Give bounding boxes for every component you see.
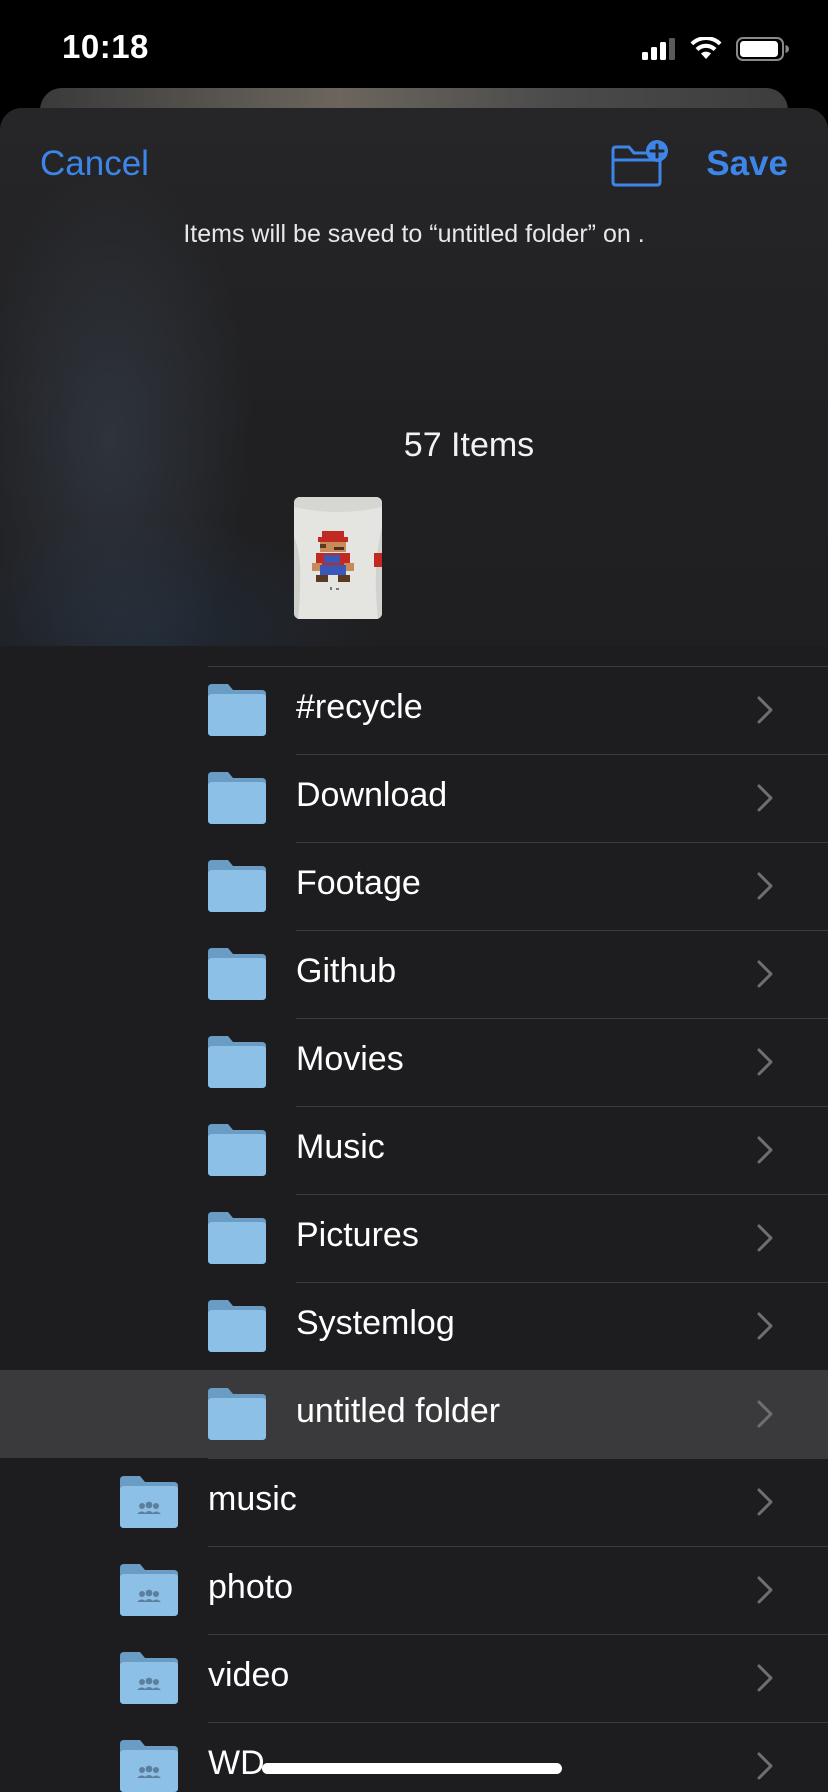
row-separator bbox=[208, 1722, 828, 1723]
chevron-right-icon bbox=[757, 696, 773, 724]
row-separator bbox=[296, 1106, 828, 1107]
chevron-right-icon bbox=[757, 1048, 773, 1076]
home-indicator bbox=[262, 1763, 562, 1774]
status-time: 10:18 bbox=[62, 28, 149, 65]
cellular-signal-icon bbox=[642, 38, 675, 60]
folder-row[interactable]: Download bbox=[0, 754, 828, 842]
row-separator bbox=[208, 1458, 828, 1459]
status-icons bbox=[642, 36, 790, 62]
save-sheet: Cancel Save Items will be saved to “unti… bbox=[0, 108, 828, 1792]
chevron-right-icon bbox=[757, 1400, 773, 1428]
row-separator bbox=[208, 1546, 828, 1547]
folder-icon bbox=[208, 860, 266, 912]
chevron-right-icon bbox=[757, 784, 773, 812]
chevron-right-icon bbox=[757, 1312, 773, 1340]
folder-name: Systemlog bbox=[296, 1304, 455, 1342]
folder-name: music bbox=[208, 1480, 297, 1518]
folder-icon bbox=[208, 684, 266, 736]
folder-icon bbox=[208, 1300, 266, 1352]
row-separator bbox=[296, 842, 828, 843]
folder-name: Music bbox=[296, 1128, 385, 1166]
folder-plus-icon bbox=[611, 140, 668, 187]
folder-name: Download bbox=[296, 776, 448, 814]
row-separator bbox=[296, 930, 828, 931]
row-separator bbox=[296, 754, 828, 755]
folder-row[interactable]: Systemlog bbox=[0, 1282, 828, 1370]
save-destination-info: Items will be saved to “untitled folder”… bbox=[183, 220, 645, 248]
folder-name: untitled folder bbox=[296, 1392, 501, 1430]
folder-icon bbox=[208, 1212, 266, 1264]
folder-name: Pictures bbox=[296, 1216, 419, 1254]
folder-name: WD bbox=[208, 1744, 265, 1782]
folder-icon bbox=[208, 772, 266, 824]
folder-name: #recycle bbox=[296, 688, 423, 726]
folder-row[interactable]: Music bbox=[0, 1106, 828, 1194]
folder-row[interactable]: untitled folder bbox=[0, 1370, 828, 1458]
folder-name: Github bbox=[296, 952, 397, 990]
folder-name: Movies bbox=[296, 1040, 404, 1078]
chevron-right-icon bbox=[757, 1224, 773, 1252]
shared-folder-row[interactable]: WD bbox=[0, 1722, 828, 1792]
shared-folder-icon bbox=[120, 1564, 178, 1616]
folder-name: Footage bbox=[296, 864, 421, 902]
folder-row[interactable]: Movies bbox=[0, 1018, 828, 1106]
shared-folder-icon bbox=[120, 1476, 178, 1528]
save-button[interactable]: Save bbox=[706, 144, 788, 184]
status-bar: 10:18 bbox=[0, 0, 828, 100]
row-separator bbox=[296, 1370, 828, 1371]
folder-name: photo bbox=[208, 1568, 294, 1606]
chevron-right-icon bbox=[757, 1488, 773, 1516]
shared-folder-row[interactable]: music bbox=[0, 1458, 828, 1546]
battery-icon bbox=[736, 37, 789, 61]
cancel-button[interactable]: Cancel bbox=[40, 144, 149, 184]
chevron-right-icon bbox=[757, 1664, 773, 1692]
chevron-right-icon bbox=[757, 1576, 773, 1604]
folder-row[interactable]: Github bbox=[0, 930, 828, 1018]
folder-row[interactable]: Pictures bbox=[0, 1194, 828, 1282]
row-separator bbox=[296, 1018, 828, 1019]
folder-row[interactable]: Footage bbox=[0, 842, 828, 930]
folder-icon bbox=[208, 1124, 266, 1176]
shared-folder-row[interactable]: video bbox=[0, 1634, 828, 1722]
items-count: 57 Items bbox=[403, 426, 535, 464]
chevron-right-icon bbox=[757, 960, 773, 988]
shared-folder-row[interactable]: photo bbox=[0, 1546, 828, 1634]
row-separator bbox=[296, 1282, 828, 1283]
chevron-right-icon bbox=[757, 1136, 773, 1164]
row-separator bbox=[208, 1634, 828, 1635]
new-folder-button[interactable] bbox=[610, 140, 672, 188]
chevron-right-icon bbox=[757, 1752, 773, 1780]
sheet-header: Cancel Save Items will be saved to “unti… bbox=[0, 108, 828, 646]
row-separator bbox=[296, 1194, 828, 1195]
item-thumbnail bbox=[294, 497, 382, 619]
folder-row[interactable]: #recycle bbox=[0, 666, 828, 754]
shared-folder-icon bbox=[120, 1652, 178, 1704]
wifi-icon bbox=[690, 37, 722, 59]
folder-name: video bbox=[208, 1656, 290, 1694]
shared-folder-icon bbox=[120, 1740, 178, 1792]
folder-icon bbox=[208, 1036, 266, 1088]
chevron-right-icon bbox=[757, 872, 773, 900]
folder-icon bbox=[208, 948, 266, 1000]
folder-icon bbox=[208, 1388, 266, 1440]
